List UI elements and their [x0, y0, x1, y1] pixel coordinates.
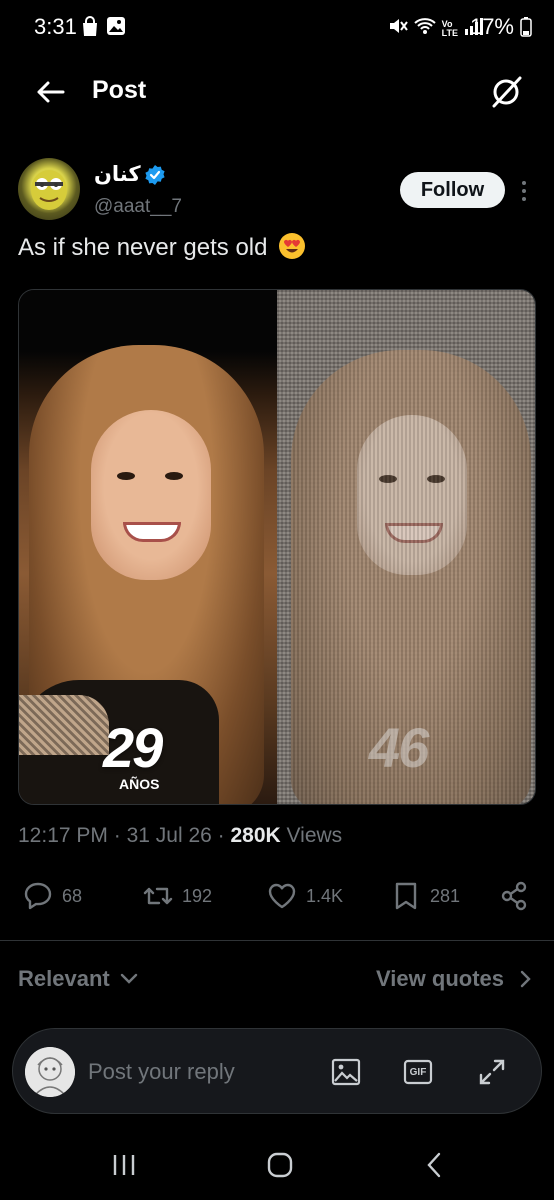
heart-eyes-emoji-icon: [278, 232, 306, 260]
back-chevron-icon: [427, 1152, 441, 1178]
share-icon: [501, 881, 527, 911]
page-title: Post: [92, 76, 147, 104]
recent-apps-button[interactable]: [104, 1148, 144, 1182]
back-button[interactable]: [30, 74, 70, 110]
chevron-right-icon: [520, 970, 531, 988]
top-app-bar: Post: [0, 56, 554, 128]
mute-icon: [388, 16, 408, 41]
age-label-right: 46: [369, 716, 429, 779]
view-quotes-label: View quotes: [376, 966, 504, 991]
comment-icon: [24, 882, 52, 910]
author-handle[interactable]: @aaat__7: [94, 196, 182, 218]
volte-icon: Vo LTE: [441, 18, 458, 38]
wifi-icon: [413, 17, 436, 40]
repost-icon: [143, 887, 173, 905]
gallery-icon: [106, 16, 126, 43]
arrow-left-icon: [37, 81, 65, 103]
post-time: 12:17 PM: [18, 824, 108, 847]
status-time: 3:31: [34, 14, 77, 39]
age-unit-label-left: AÑOS: [119, 776, 160, 792]
bookmark-count: 281: [430, 885, 461, 906]
grok-button[interactable]: [486, 72, 526, 112]
chevron-down-icon: [120, 973, 137, 984]
sort-relevant-dropdown[interactable]: Relevant: [18, 966, 138, 992]
grok-icon: [492, 76, 522, 108]
more-options-button[interactable]: [514, 176, 534, 206]
views-label: Views: [286, 824, 343, 847]
add-image-button[interactable]: [329, 1055, 363, 1089]
post-text-content: As if she never gets old: [18, 234, 268, 261]
home-icon: [267, 1152, 293, 1178]
expand-icon: [479, 1059, 505, 1085]
reply-input[interactable]: Post your reply: [88, 1059, 235, 1085]
like-count: 1.4K: [306, 885, 344, 906]
like-button[interactable]: 1.4K: [266, 880, 343, 912]
post-date: 31 Jul 26: [126, 824, 212, 847]
system-back-button[interactable]: [414, 1148, 454, 1182]
bookmark-icon: [395, 882, 417, 910]
author-avatar[interactable]: [18, 158, 80, 220]
repost-button[interactable]: 192: [142, 880, 212, 912]
author-display-name[interactable]: كنان: [94, 162, 141, 187]
reply-composer: Post your reply GIF: [12, 1028, 542, 1114]
home-button[interactable]: [260, 1148, 300, 1182]
age-label-left: 29: [103, 716, 163, 779]
follow-button[interactable]: Follow: [400, 172, 505, 208]
reply-count: 68: [62, 885, 83, 906]
photo-right-older: 46: [277, 290, 535, 804]
expand-composer-button[interactable]: [475, 1055, 509, 1089]
system-nav-bar: [0, 1130, 554, 1200]
my-avatar[interactable]: [25, 1047, 75, 1097]
verified-badge-icon: [144, 164, 166, 186]
photo-left-young: 29 AÑOS: [19, 290, 277, 804]
sort-relevant-label: Relevant: [18, 966, 110, 991]
post-actions: 68 192 1.4K 281: [0, 874, 554, 924]
share-button[interactable]: [498, 880, 530, 912]
post-media-image[interactable]: 29 AÑOS 46: [18, 289, 536, 805]
reply-button[interactable]: 68: [22, 880, 82, 912]
bookmark-button[interactable]: 281: [390, 880, 460, 912]
image-icon: [331, 1058, 361, 1086]
battery-percent: 17%: [469, 14, 514, 39]
battery-icon: [520, 17, 532, 42]
gif-label: GIF: [409, 1066, 427, 1078]
divider: [0, 940, 554, 941]
status-bar: 3:31 Vo LTE 17%: [0, 0, 554, 56]
view-quotes-link[interactable]: View quotes: [376, 966, 532, 992]
more-dot-icon: [522, 181, 526, 185]
recent-apps-icon: [113, 1155, 135, 1175]
views-count[interactable]: 280K: [231, 824, 281, 847]
shopping-bag-icon: [80, 16, 100, 43]
post-text: As if she never gets old: [18, 232, 306, 262]
repost-count: 192: [182, 885, 213, 906]
add-gif-button[interactable]: GIF: [401, 1055, 435, 1089]
heart-icon: [268, 883, 296, 909]
post-meta: 12:17 PM · 31 Jul 26 · 280K Views: [18, 824, 343, 847]
